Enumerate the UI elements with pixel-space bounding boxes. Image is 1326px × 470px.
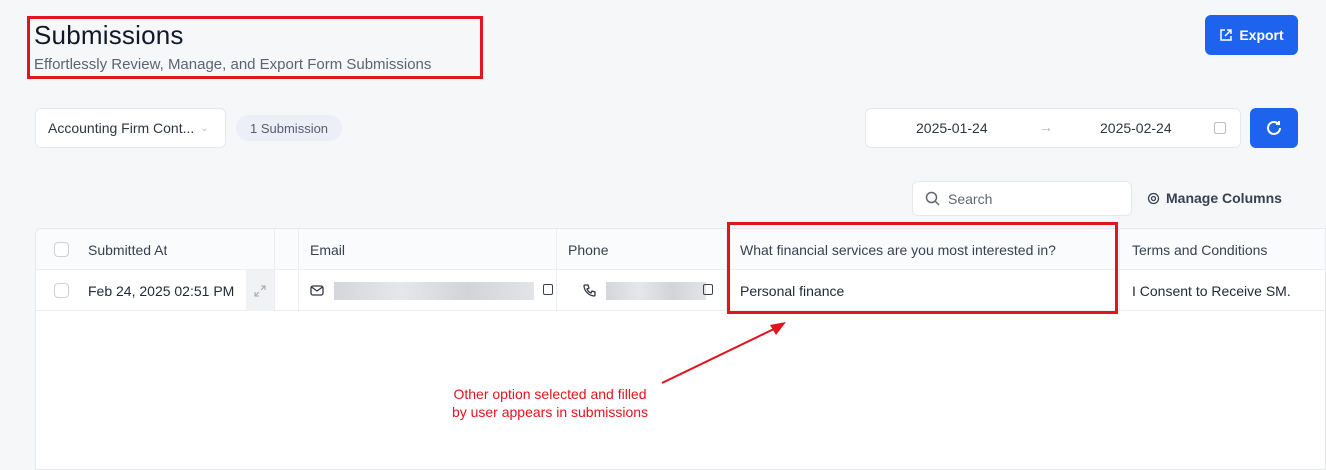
gear-icon — [1147, 192, 1160, 204]
column-header-email[interactable]: Email — [310, 229, 345, 270]
form-select[interactable]: Accounting Firm Cont... ⌄ — [35, 108, 226, 148]
column-divider — [1119, 229, 1120, 312]
expand-icon[interactable] — [246, 270, 274, 311]
table-row[interactable]: Feb 24, 2025 02:51 PM Personal finance I… — [36, 270, 1325, 311]
annotation-highlight-title — [27, 16, 483, 79]
submissions-table: Submitted At Email Phone What financial … — [35, 228, 1326, 470]
export-button-label: Export — [1239, 27, 1284, 43]
select-all-checkbox[interactable] — [54, 242, 69, 257]
row-checkbox[interactable] — [54, 283, 69, 298]
mail-icon — [310, 285, 324, 296]
column-divider — [298, 229, 299, 312]
export-button[interactable]: Export — [1205, 15, 1298, 55]
annotation-text: Other option selected and filled by user… — [420, 385, 680, 421]
cell-email — [310, 270, 534, 311]
cell-phone — [583, 270, 706, 311]
phone-icon — [583, 284, 596, 297]
column-header-terms[interactable]: Terms and Conditions — [1132, 229, 1267, 270]
annotation-highlight-column — [727, 222, 1118, 314]
search-icon — [925, 191, 940, 206]
chevron-down-icon: ⌄ — [200, 122, 209, 134]
table-header-row: Submitted At Email Phone What financial … — [36, 229, 1325, 270]
form-select-value: Accounting Firm Cont... — [48, 120, 195, 136]
manage-columns-button[interactable]: Manage Columns — [1147, 190, 1282, 206]
manage-columns-label: Manage Columns — [1166, 190, 1282, 206]
calendar-icon — [1214, 122, 1226, 134]
date-end[interactable]: 2025-02-24 — [1100, 120, 1172, 136]
column-header-phone[interactable]: Phone — [568, 229, 608, 270]
export-icon — [1220, 29, 1233, 41]
search-box[interactable] — [912, 181, 1132, 216]
refresh-icon — [1267, 120, 1281, 135]
refresh-button[interactable] — [1250, 108, 1298, 148]
date-range-picker[interactable]: 2025-01-24 → 2025-02-24 — [865, 108, 1241, 148]
arrow-right-icon: → — [1039, 119, 1053, 135]
annotation-line-1: Other option selected and filled — [453, 386, 647, 402]
redacted-phone — [606, 281, 706, 300]
submission-count-badge: 1 Submission — [236, 115, 343, 141]
cell-terms: I Consent to Receive SM. — [1132, 282, 1291, 299]
copy-phone-icon[interactable] — [703, 284, 713, 295]
cell-submitted-at: Feb 24, 2025 02:51 PM — [88, 282, 235, 299]
column-divider — [274, 229, 275, 312]
copy-email-icon[interactable] — [543, 284, 553, 295]
redacted-email — [334, 281, 534, 300]
column-header-submitted-at[interactable]: Submitted At — [88, 229, 167, 270]
date-start[interactable]: 2025-01-24 — [916, 120, 988, 136]
column-divider — [556, 229, 557, 312]
annotation-line-2: by user appears in submissions — [451, 404, 649, 420]
search-input[interactable] — [948, 190, 1108, 207]
